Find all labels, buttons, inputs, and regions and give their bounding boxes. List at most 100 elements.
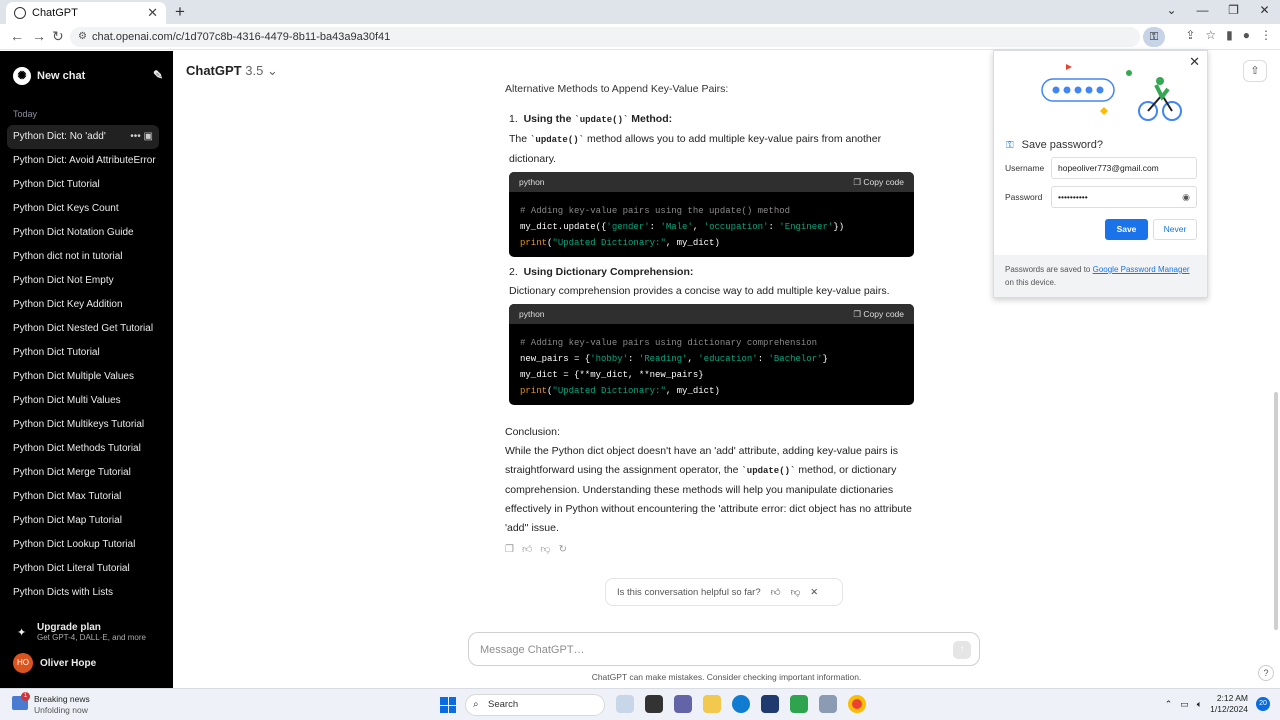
- code-language: python: [519, 176, 545, 187]
- user-name: Oliver Hope: [40, 657, 97, 669]
- new-chat-button[interactable]: ✺ New chat ✎: [13, 66, 163, 86]
- sidebar-history-item[interactable]: Python Dicts with Lists: [7, 581, 159, 605]
- user-menu[interactable]: HO Oliver Hope: [13, 653, 96, 673]
- sidebar-history-item[interactable]: Python Dict Tutorial: [7, 173, 159, 197]
- password-key-icon[interactable]: ⚿: [1143, 27, 1165, 47]
- scrollbar[interactable]: [1274, 392, 1278, 630]
- chat-history-list: Python Dict: No 'add' ••• ▣ Python Dict: A…: [7, 125, 159, 605]
- history-label: Python Dict Lookup Tutorial: [13, 539, 136, 550]
- sidebar-history-item[interactable]: Python Dict Methods Tutorial: [7, 437, 159, 461]
- menu-dots-icon[interactable]: ⋮: [1260, 28, 1272, 42]
- url-field[interactable]: ⚙ chat.openai.com/c/1d707c8b-4316-4479-8…: [70, 27, 1140, 47]
- sidebar-history-item[interactable]: Python Dict Notation Guide: [7, 221, 159, 245]
- sidebar-history-item[interactable]: Python Dict: No 'add' ••• ▣: [7, 125, 159, 149]
- site-info-icon[interactable]: ⚙: [78, 31, 87, 42]
- sidebar-history-item[interactable]: Python Dict Not Empty: [7, 269, 159, 293]
- profile-icon[interactable]: ●: [1243, 28, 1250, 42]
- sidebar-history-item[interactable]: Python Dict Multi Values: [7, 389, 159, 413]
- sidebar-history-item[interactable]: Python Dict Literal Tutorial: [7, 557, 159, 581]
- thumbs-down-icon[interactable]: 👎︎: [540, 540, 550, 559]
- compose-icon[interactable]: ✎: [153, 68, 163, 82]
- windows-start-icon[interactable]: [440, 697, 456, 713]
- close-icon[interactable]: ✕: [810, 587, 818, 598]
- share-chat-icon[interactable]: ⇧: [1243, 60, 1267, 82]
- code-language: python: [519, 308, 545, 319]
- file-explorer-icon[interactable]: [703, 695, 721, 713]
- username-field[interactable]: hopeoliver773@gmail.com: [1051, 157, 1197, 179]
- copy-icon[interactable]: ❐: [505, 540, 514, 559]
- system-tray: ⌃ ▭ 🔈︎ 2:12 AM 1/12/2024 20: [1165, 693, 1270, 715]
- more-options-icon[interactable]: ••• ▣: [130, 125, 153, 149]
- copy-code-button[interactable]: ❐ Copy code: [853, 173, 904, 192]
- help-icon[interactable]: ?: [1258, 665, 1274, 681]
- sidebar-history-item[interactable]: Python Dict Lookup Tutorial: [7, 533, 159, 557]
- store-icon[interactable]: [761, 695, 779, 713]
- model-version: 3.5: [245, 63, 264, 78]
- sidebar-history-item[interactable]: Python Dict Keys Count: [7, 197, 159, 221]
- thumbs-up-icon[interactable]: 👍︎: [771, 586, 781, 598]
- sidebar-history-item[interactable]: Python Dict: Avoid AttributeError: [7, 149, 159, 173]
- copy-code-button[interactable]: ❐ Copy code: [853, 305, 904, 324]
- app-icon[interactable]: [819, 695, 837, 713]
- chrome-icon[interactable]: [848, 695, 866, 713]
- app-icon[interactable]: [790, 695, 808, 713]
- sidebar-history-item[interactable]: Python Dict Merge Tutorial: [7, 461, 159, 485]
- avatar: HO: [13, 653, 33, 673]
- send-icon[interactable]: ↑: [953, 641, 971, 659]
- model-selector[interactable]: ChatGPT 3.5 ⌄: [186, 63, 278, 79]
- list-number: 1.: [509, 113, 524, 125]
- close-icon[interactable]: ✕: [1189, 54, 1200, 70]
- volume-icon[interactable]: 🔈︎: [1197, 699, 1202, 710]
- sidebar-history-item[interactable]: Python Dict Multiple Values: [7, 365, 159, 389]
- browser-tab[interactable]: ChatGPT ✕: [6, 2, 166, 24]
- tab-search-icon[interactable]: ⌄: [1156, 0, 1187, 24]
- dialog-title: ⚿ Save password?: [1006, 139, 1103, 151]
- sidebar-history-item[interactable]: Python Dict Map Tutorial: [7, 509, 159, 533]
- taskbar-search[interactable]: ⌕ Search: [465, 694, 605, 716]
- sidebar-history-item[interactable]: Python Dict Multikeys Tutorial: [7, 413, 159, 437]
- history-label: Python Dict Multi Values: [13, 395, 121, 406]
- sidebar-history-item[interactable]: Python dict not in tutorial: [7, 245, 159, 269]
- password-illustration: [1041, 64, 1182, 121]
- sidebar-history-item[interactable]: Python Dict Tutorial: [7, 341, 159, 365]
- new-tab-icon[interactable]: +: [175, 2, 185, 22]
- never-button[interactable]: Never: [1153, 219, 1197, 240]
- password-manager-link[interactable]: Google Password Manager: [1093, 265, 1190, 274]
- share-page-icon[interactable]: ⇪: [1185, 28, 1195, 42]
- forward-icon[interactable]: →: [32, 28, 46, 44]
- sidebar-history-item[interactable]: Python Dict Key Addition: [7, 293, 159, 317]
- back-icon[interactable]: ←: [10, 28, 24, 44]
- sidebar-history-item[interactable]: Python Dict Nested Get Tutorial: [7, 317, 159, 341]
- close-tab-icon[interactable]: ✕: [147, 5, 158, 21]
- eye-icon[interactable]: ◉: [1182, 187, 1190, 207]
- thumbs-up-icon[interactable]: 👍︎: [522, 540, 532, 559]
- minimize-icon[interactable]: —: [1187, 0, 1218, 24]
- edge-icon[interactable]: [732, 695, 750, 713]
- thumbs-down-icon[interactable]: 👎︎: [791, 586, 801, 598]
- save-button[interactable]: Save: [1105, 219, 1148, 240]
- save-password-dialog: ✕ ⚿ Save password? Username hopeoliver77…: [993, 50, 1208, 298]
- network-icon[interactable]: ▭: [1180, 699, 1189, 710]
- restore-icon[interactable]: ❐: [1218, 0, 1249, 24]
- tab-title: ChatGPT: [32, 7, 78, 19]
- reload-icon[interactable]: ↻: [52, 28, 64, 45]
- widget-app-icon[interactable]: [616, 695, 634, 713]
- clock[interactable]: 2:12 AM 1/12/2024: [1210, 693, 1248, 715]
- notification-badge[interactable]: 20: [1256, 697, 1270, 711]
- upgrade-plan-button[interactable]: ✦ Upgrade plan Get GPT-4, DALL·E, and mo…: [17, 622, 146, 642]
- password-field[interactable]: •••••••••• ◉: [1051, 186, 1197, 208]
- sidebar-history-item[interactable]: Python Dict Max Tutorial: [7, 485, 159, 509]
- regenerate-icon[interactable]: ↻: [559, 540, 567, 559]
- chevron-up-icon[interactable]: ⌃: [1165, 699, 1173, 710]
- close-window-icon[interactable]: ✕: [1249, 0, 1280, 24]
- feedback-text: Is this conversation helpful so far?: [617, 586, 761, 598]
- assistant-message: Alternative Methods to Append Key-Value …: [505, 81, 925, 559]
- bookmark-star-icon[interactable]: ☆: [1205, 28, 1216, 42]
- message-input[interactable]: Message ChatGPT… ↑: [468, 632, 980, 666]
- conclusion-text: While the Python dict object doesn't hav…: [505, 445, 912, 534]
- side-panel-icon[interactable]: ▮: [1226, 28, 1233, 42]
- task-view-icon[interactable]: [645, 695, 663, 713]
- sidebar: ✺ New chat ✎ Today Python Dict: No 'add'…: [0, 51, 173, 688]
- news-widget[interactable]: 1 Breaking news Unfolding now: [12, 692, 90, 716]
- teams-icon[interactable]: [674, 695, 692, 713]
